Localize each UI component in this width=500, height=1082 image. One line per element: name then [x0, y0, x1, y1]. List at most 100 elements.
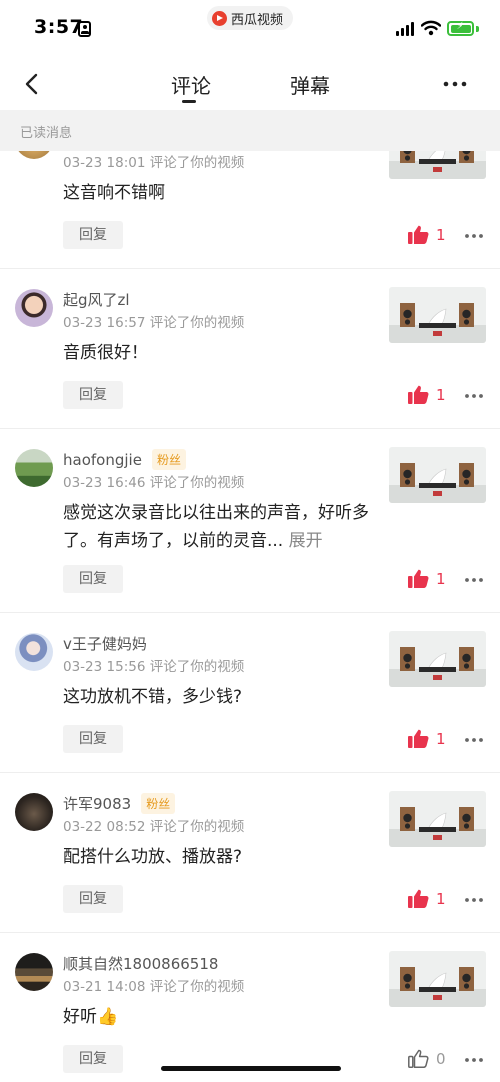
app-indicator-pill[interactable]: 西瓜视频	[207, 6, 294, 30]
comment-text[interactable]: 音质很好！	[63, 339, 379, 367]
comment-meta: 03-22 08:52 评论了你的视频	[63, 815, 244, 835]
comment-action: 评论了你的视频	[149, 979, 245, 995]
reply-button[interactable]: 回复	[63, 1045, 123, 1073]
comment-meta: 03-23 15:56 评论了你的视频	[63, 655, 244, 675]
more-icon[interactable]	[464, 233, 484, 239]
like-count: 1	[436, 729, 446, 748]
like-button[interactable]: 0	[408, 1049, 446, 1068]
comment-meta: 03-23 16:46 评论了你的视频	[63, 471, 244, 491]
comment-date: 03-21 14:08	[63, 979, 146, 995]
fan-badge: 粉丝	[141, 793, 176, 814]
user-name[interactable]: 许军9083	[63, 793, 131, 814]
comment-text[interactable]: 感觉这次录音比以往出来的声音，好听多了。有声场了，以前的灵音... 展开	[63, 499, 379, 555]
user-name-row: 许军9083 粉丝	[63, 793, 176, 814]
video-thumbnail[interactable]	[389, 631, 486, 687]
avatar[interactable]	[15, 449, 53, 487]
xigua-logo-icon	[212, 10, 227, 26]
comment-meta: 03-23 16:57 评论了你的视频	[63, 311, 244, 331]
avatar[interactable]	[15, 151, 53, 159]
comment-action: 评论了你的视频	[149, 315, 245, 331]
back-arrow-icon[interactable]	[22, 72, 44, 96]
more-icon[interactable]	[464, 393, 484, 399]
like-button[interactable]: 1	[408, 729, 446, 748]
thumbs-up-icon	[408, 225, 429, 244]
comment-text[interactable]: 好听👍	[63, 1003, 379, 1031]
comment-action: 评论了你的视频	[149, 155, 245, 171]
thumbs-up-icon	[408, 889, 429, 908]
comment-text[interactable]: 这功放机不错，多少钱?	[63, 683, 379, 711]
user-name[interactable]: v王子健妈妈	[63, 633, 147, 654]
like-button[interactable]: 1	[408, 889, 446, 908]
like-count: 1	[436, 225, 446, 244]
home-indicator[interactable]	[161, 1066, 341, 1071]
like-count: 1	[436, 889, 446, 908]
tab-active-indicator	[182, 100, 196, 103]
user-name[interactable]: haofongjie	[63, 451, 142, 469]
section-title: 已读消息	[20, 126, 73, 141]
list-item[interactable]: 起g风了zl 03-23 16:57 评论了你的视频 音质很好！ 回复 1	[0, 269, 500, 429]
comment-date: 03-22 08:52	[63, 819, 146, 835]
avatar[interactable]	[15, 633, 53, 671]
user-name-row: 顺其自然1800866518	[63, 953, 218, 974]
reply-button[interactable]: 回复	[63, 725, 123, 753]
reply-button[interactable]: 回复	[63, 885, 123, 913]
avatar[interactable]	[15, 793, 53, 831]
battery-icon	[447, 21, 474, 36]
comment-meta: 03-21 14:08 评论了你的视频	[63, 975, 244, 995]
video-thumbnail[interactable]	[389, 447, 486, 503]
more-icon[interactable]	[464, 577, 484, 583]
list-item[interactable]: 03-23 18:01 评论了你的视频 这音响不错啊 回复 1	[0, 151, 500, 269]
like-button[interactable]: 1	[408, 385, 446, 404]
more-icon[interactable]	[464, 1057, 484, 1063]
thumbs-up-outline-icon	[408, 1049, 429, 1068]
comment-date: 03-23 16:46	[63, 475, 146, 491]
tab-comments[interactable]: 评论	[171, 70, 211, 99]
user-name[interactable]: 顺其自然1800866518	[63, 953, 218, 974]
app-name: 西瓜视频	[231, 12, 284, 28]
status-bar: 3:57 西瓜视频	[0, 0, 500, 58]
comment-action: 评论了你的视频	[149, 475, 245, 491]
avatar[interactable]	[15, 953, 53, 991]
user-name[interactable]: 起g风了zl	[63, 289, 130, 310]
comment-list[interactable]: 03-23 18:01 评论了你的视频 这音响不错啊 回复 1 起g风了zl 0…	[0, 151, 500, 1082]
video-thumbnail[interactable]	[389, 151, 486, 179]
like-button[interactable]: 1	[408, 225, 446, 244]
list-item[interactable]: 顺其自然1800866518 03-21 14:08 评论了你的视频 好听👍 回…	[0, 933, 500, 1082]
user-name-row: haofongjie 粉丝	[63, 449, 186, 470]
id-card-icon	[78, 21, 91, 37]
video-thumbnail[interactable]	[389, 287, 486, 343]
wifi-icon	[421, 20, 441, 36]
like-button[interactable]: 1	[408, 569, 446, 588]
nav-bar: 评论 弹幕	[0, 58, 500, 110]
tab-danmaku[interactable]: 弹幕	[290, 70, 330, 99]
more-options-icon[interactable]	[443, 80, 467, 88]
reply-button[interactable]: 回复	[63, 381, 123, 409]
fan-badge: 粉丝	[151, 449, 186, 470]
comment-date: 03-23 16:57	[63, 315, 146, 331]
comment-date: 03-23 15:56	[63, 659, 146, 675]
comment-text[interactable]: 这音响不错啊	[63, 179, 379, 207]
list-item[interactable]: haofongjie 粉丝 03-23 16:46 评论了你的视频 感觉这次录音…	[0, 429, 500, 613]
like-count: 0	[436, 1049, 446, 1068]
expand-link[interactable]: 展开	[289, 531, 323, 551]
battery-tip	[476, 26, 479, 32]
video-thumbnail[interactable]	[389, 951, 486, 1007]
comment-text[interactable]: 配搭什么功放、播放器?	[63, 843, 379, 871]
like-count: 1	[436, 569, 446, 588]
thumbs-up-icon	[408, 729, 429, 748]
comment-meta: 03-23 18:01 评论了你的视频	[63, 151, 244, 171]
reply-button[interactable]: 回复	[63, 221, 123, 249]
cellular-signal-icon	[396, 22, 416, 36]
thumbs-up-icon	[408, 569, 429, 588]
avatar[interactable]	[15, 289, 53, 327]
reply-button[interactable]: 回复	[63, 565, 123, 593]
list-item[interactable]: v王子健妈妈 03-23 15:56 评论了你的视频 这功放机不错，多少钱? 回…	[0, 613, 500, 773]
list-item[interactable]: 许军9083 粉丝 03-22 08:52 评论了你的视频 配搭什么功放、播放器…	[0, 773, 500, 933]
thumbs-up-icon	[408, 385, 429, 404]
video-thumbnail[interactable]	[389, 791, 486, 847]
more-icon[interactable]	[464, 737, 484, 743]
more-icon[interactable]	[464, 897, 484, 903]
like-count: 1	[436, 385, 446, 404]
comment-action: 评论了你的视频	[149, 819, 245, 835]
status-time: 3:57	[34, 16, 84, 38]
